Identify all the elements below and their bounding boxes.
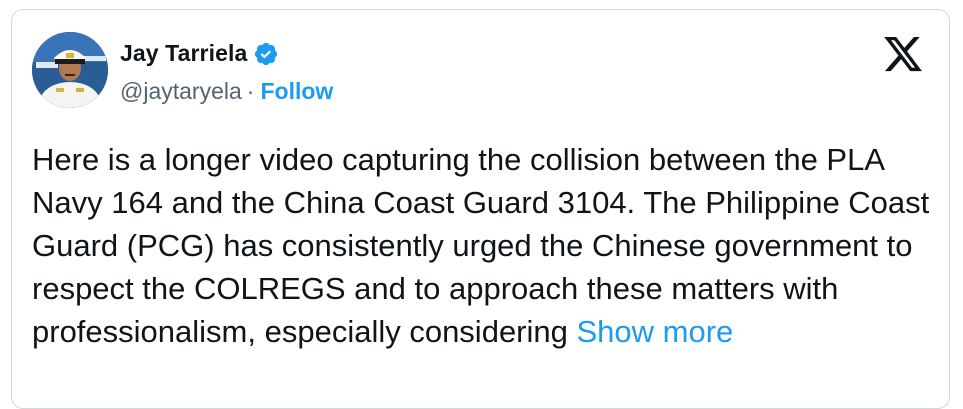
author-name-row: Jay Tarriela bbox=[120, 40, 279, 67]
author-display-name[interactable]: Jay Tarriela bbox=[120, 40, 247, 67]
verified-badge-icon bbox=[253, 41, 279, 67]
separator-dot: · bbox=[246, 78, 255, 104]
avatar[interactable] bbox=[32, 32, 108, 108]
author-handle-row: @jaytaryela · Follow bbox=[120, 78, 333, 105]
tweet-text: Here is a longer video capturing the col… bbox=[32, 138, 937, 353]
follow-button[interactable]: Follow bbox=[260, 78, 333, 105]
x-logo-icon[interactable] bbox=[882, 33, 924, 75]
tweet-body: Here is a longer video capturing the col… bbox=[32, 142, 930, 349]
tweet-card: Jay Tarriela @jaytaryela · Follow Here i… bbox=[11, 9, 950, 409]
author-handle[interactable]: @jaytaryela bbox=[120, 78, 242, 105]
avatar-image bbox=[32, 32, 108, 108]
show-more-link[interactable]: Show more bbox=[577, 314, 734, 349]
